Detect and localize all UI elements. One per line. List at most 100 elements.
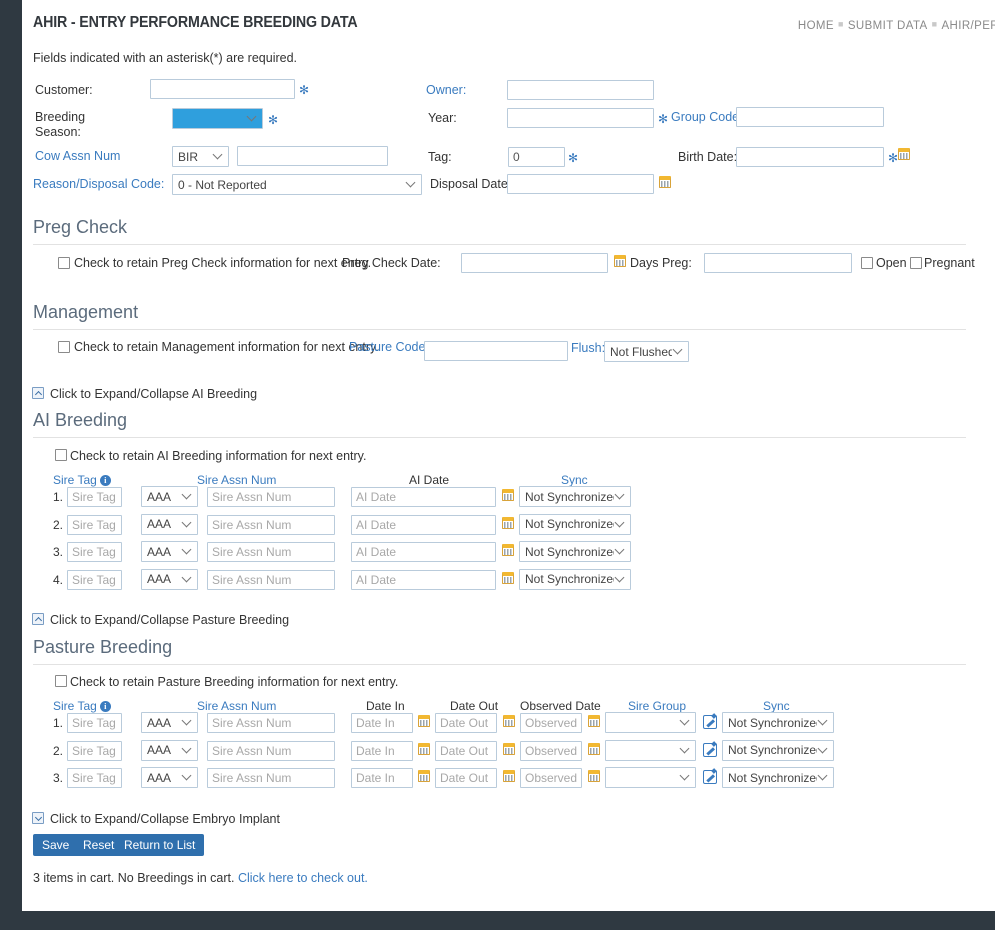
pb-sire-tag-input[interactable] bbox=[67, 768, 122, 788]
ai-assn-prefix-select[interactable]: AAA bbox=[141, 486, 198, 507]
ai-assn-prefix-select[interactable]: AAA bbox=[141, 568, 198, 590]
retain-preg-check-checkbox[interactable] bbox=[58, 257, 70, 269]
pasture-code-input[interactable] bbox=[424, 341, 568, 361]
ai-sync-select-wrap[interactable]: Not Synchronized bbox=[519, 568, 631, 590]
year-input[interactable] bbox=[507, 108, 654, 128]
info-icon[interactable]: i bbox=[99, 475, 111, 486]
ai-assn-prefix-select-wrap[interactable]: AAA bbox=[141, 486, 198, 507]
flush-select-wrap[interactable]: Not Flushed bbox=[604, 341, 689, 362]
pb-sire-tag-input[interactable] bbox=[67, 713, 122, 733]
ai-sync-select-wrap[interactable]: Not Synchronized bbox=[519, 486, 631, 507]
pb-assn-prefix-select[interactable]: AAA bbox=[141, 712, 198, 733]
pb-sire-group-select-wrap[interactable] bbox=[605, 712, 696, 733]
ai-sire-assn-num-input[interactable] bbox=[207, 487, 335, 507]
owner-input[interactable] bbox=[507, 80, 654, 100]
pb-date-out-input[interactable] bbox=[435, 713, 497, 733]
breadcrumb-item-home[interactable]: HOME bbox=[798, 20, 834, 32]
tag-input[interactable] bbox=[508, 147, 565, 167]
ai-sync-select[interactable]: Not Synchronized bbox=[519, 541, 631, 562]
flush-select[interactable]: Not Flushed bbox=[604, 341, 689, 362]
reason-disposal-code-select[interactable]: 0 - Not Reported bbox=[172, 174, 422, 195]
retain-ai-breeding-checkbox[interactable] bbox=[55, 449, 67, 461]
ai-date-input[interactable] bbox=[351, 542, 496, 562]
pb-date-in-calendar-icon[interactable] bbox=[418, 770, 430, 782]
ai-date-calendar-icon[interactable] bbox=[502, 489, 514, 501]
ai-sire-tag-input[interactable] bbox=[67, 569, 122, 590]
ai-sync-select-wrap[interactable]: Not Synchronized bbox=[519, 513, 631, 535]
pasture-breeding-toggle-label[interactable]: Click to Expand/Collapse Pasture Breedin… bbox=[50, 613, 289, 627]
group-code-input[interactable] bbox=[736, 107, 884, 127]
birth-date-calendar-icon[interactable] bbox=[898, 148, 910, 160]
pb-sync-select[interactable]: Not Synchronized bbox=[722, 767, 834, 788]
disposal-date-calendar-icon[interactable] bbox=[659, 176, 671, 188]
pb-sync-select-wrap[interactable]: Not Synchronized bbox=[722, 712, 834, 733]
ai-sync-select-wrap[interactable]: Not Synchronized bbox=[519, 541, 631, 562]
pb-sync-select[interactable]: Not Synchronized bbox=[722, 739, 834, 761]
disposal-date-input[interactable] bbox=[507, 174, 654, 194]
pb-assn-prefix-select-wrap[interactable]: AAA bbox=[141, 739, 198, 761]
ai-sire-tag-input[interactable] bbox=[67, 487, 122, 507]
breadcrumb-item-ahir-per[interactable]: AHIR/PER bbox=[941, 20, 995, 32]
breadcrumb-item-submit-data[interactable]: SUBMIT DATA bbox=[848, 20, 928, 32]
breeding-season-select-wrap[interactable] bbox=[172, 108, 263, 129]
retain-management-checkbox[interactable] bbox=[58, 341, 70, 353]
cow-assn-num-input[interactable] bbox=[237, 146, 388, 166]
ai-breeding-toggle-icon[interactable] bbox=[32, 387, 44, 399]
open-checkbox[interactable] bbox=[861, 257, 873, 269]
embryo-implant-toggle-icon[interactable] bbox=[32, 812, 44, 824]
reason-disposal-select-wrap[interactable]: 0 - Not Reported bbox=[172, 174, 422, 195]
pb-assn-prefix-select-wrap[interactable]: AAA bbox=[141, 767, 198, 788]
days-preg-input[interactable] bbox=[704, 253, 852, 273]
pregnant-checkbox[interactable] bbox=[910, 257, 922, 269]
pb-observed-date-calendar-icon[interactable] bbox=[588, 715, 600, 727]
pb-sire-group-edit-icon[interactable] bbox=[703, 770, 717, 784]
ai-date-input[interactable] bbox=[351, 569, 496, 590]
pb-date-out-input[interactable] bbox=[435, 740, 497, 761]
pb-date-in-calendar-icon[interactable] bbox=[418, 742, 430, 755]
checkout-link[interactable]: Click here to check out. bbox=[238, 871, 368, 885]
pb-sire-group-select[interactable] bbox=[605, 739, 696, 761]
ai-assn-prefix-select-wrap[interactable]: AAA bbox=[141, 568, 198, 590]
pb-sire-group-edit-icon[interactable] bbox=[703, 742, 717, 757]
pb-sync-select-wrap[interactable]: Not Synchronized bbox=[722, 739, 834, 761]
pb-observed-date-input[interactable] bbox=[520, 713, 582, 733]
ai-sync-select[interactable]: Not Synchronized bbox=[519, 568, 631, 590]
pb-date-out-calendar-icon[interactable] bbox=[503, 770, 515, 782]
ai-sire-assn-num-input[interactable] bbox=[207, 542, 335, 562]
pb-sire-group-select-wrap[interactable] bbox=[605, 767, 696, 788]
ai-sire-tag-input[interactable] bbox=[67, 514, 122, 535]
cow-assn-prefix-select-wrap[interactable]: BIR bbox=[172, 146, 229, 167]
preg-check-date-input[interactable] bbox=[461, 253, 608, 273]
pb-date-out-input[interactable] bbox=[435, 768, 497, 788]
save-button[interactable]: Save bbox=[33, 834, 79, 856]
ai-sire-assn-num-input[interactable] bbox=[207, 514, 335, 535]
ai-sire-assn-num-input[interactable] bbox=[207, 569, 335, 590]
pb-sync-select-wrap[interactable]: Not Synchronized bbox=[722, 767, 834, 788]
pb-observed-date-calendar-icon[interactable] bbox=[588, 770, 600, 782]
return-to-list-button[interactable]: Return to List bbox=[115, 834, 205, 856]
ai-date-input[interactable] bbox=[351, 487, 496, 507]
pb-sire-assn-num-input[interactable] bbox=[207, 740, 335, 761]
pb-observed-date-input[interactable] bbox=[520, 740, 582, 761]
pb-assn-prefix-select[interactable]: AAA bbox=[141, 767, 198, 788]
pb-assn-prefix-select-wrap[interactable]: AAA bbox=[141, 712, 198, 733]
pb-date-in-calendar-icon[interactable] bbox=[418, 715, 430, 727]
embryo-implant-toggle-label[interactable]: Click to Expand/Collapse Embryo Implant bbox=[50, 812, 280, 826]
ai-sync-select[interactable]: Not Synchronized bbox=[519, 486, 631, 507]
info-icon[interactable]: i bbox=[99, 701, 111, 712]
pb-date-out-calendar-icon[interactable] bbox=[503, 715, 515, 727]
pb-sire-group-select[interactable] bbox=[605, 712, 696, 733]
pb-assn-prefix-select[interactable]: AAA bbox=[141, 739, 198, 761]
pb-sire-group-edit-icon[interactable] bbox=[703, 715, 717, 729]
pb-sire-group-select-wrap[interactable] bbox=[605, 739, 696, 761]
ai-date-calendar-icon[interactable] bbox=[502, 516, 514, 529]
ai-assn-prefix-select-wrap[interactable]: AAA bbox=[141, 513, 198, 535]
ai-assn-prefix-select[interactable]: AAA bbox=[141, 541, 198, 562]
preg-check-date-calendar-icon[interactable] bbox=[614, 255, 626, 267]
pb-sire-assn-num-input[interactable] bbox=[207, 768, 335, 788]
pb-sire-assn-num-input[interactable] bbox=[207, 713, 335, 733]
ai-assn-prefix-select-wrap[interactable]: AAA bbox=[141, 541, 198, 562]
pb-sire-group-select[interactable] bbox=[605, 767, 696, 788]
pb-date-in-input[interactable] bbox=[351, 740, 413, 761]
customer-input[interactable] bbox=[150, 79, 295, 99]
